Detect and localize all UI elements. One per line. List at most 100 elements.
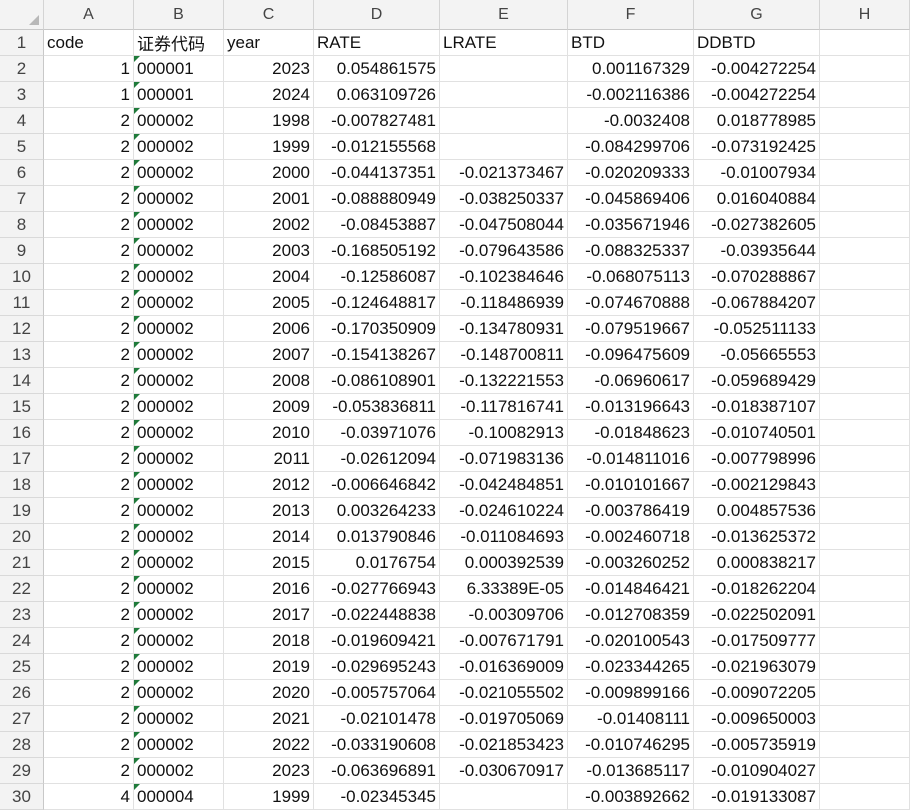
cell-d[interactable]: -0.012155568 xyxy=(314,134,440,160)
cell-e[interactable]: -0.021853423 xyxy=(440,732,568,758)
column-header-a[interactable]: A xyxy=(44,0,134,30)
cell-f[interactable]: -0.003786419 xyxy=(568,498,694,524)
spreadsheet-grid[interactable]: A B C D E F G H 1 code 证券代码 year RATE LRATE BT… xyxy=(0,0,910,810)
header-cell-a[interactable]: code xyxy=(44,30,134,56)
cell-e[interactable]: -0.021055502 xyxy=(440,680,568,706)
cell-e[interactable]: -0.024610224 xyxy=(440,498,568,524)
cell-g[interactable]: 0.018778985 xyxy=(694,108,820,134)
cell-b[interactable]: 000002 xyxy=(134,368,224,394)
cell-g[interactable]: 0.000838217 xyxy=(694,550,820,576)
column-header-h[interactable]: H xyxy=(820,0,910,30)
cell-f[interactable]: -0.088325337 xyxy=(568,238,694,264)
cell-a[interactable]: 2 xyxy=(44,368,134,394)
row-header[interactable]: 12 xyxy=(0,316,44,342)
cell-f[interactable]: -0.013685117 xyxy=(568,758,694,784)
cell-d[interactable]: -0.019609421 xyxy=(314,628,440,654)
cell-g[interactable]: -0.010740501 xyxy=(694,420,820,446)
cell-d[interactable]: 0.063109726 xyxy=(314,82,440,108)
row-header[interactable]: 6 xyxy=(0,160,44,186)
cell-g[interactable]: 0.004857536 xyxy=(694,498,820,524)
row-header[interactable]: 21 xyxy=(0,550,44,576)
cell-a[interactable]: 2 xyxy=(44,446,134,472)
cell-f[interactable]: -0.020100543 xyxy=(568,628,694,654)
cell-d[interactable]: 0.013790846 xyxy=(314,524,440,550)
cell-h[interactable] xyxy=(820,680,910,706)
cell-d[interactable]: -0.006646842 xyxy=(314,472,440,498)
cell-g[interactable]: -0.059689429 xyxy=(694,368,820,394)
cell-h[interactable] xyxy=(820,550,910,576)
row-header[interactable]: 7 xyxy=(0,186,44,212)
row-header[interactable]: 26 xyxy=(0,680,44,706)
row-header[interactable]: 10 xyxy=(0,264,44,290)
cell-b[interactable]: 000002 xyxy=(134,654,224,680)
cell-e[interactable]: -0.007671791 xyxy=(440,628,568,654)
cell-a[interactable]: 2 xyxy=(44,524,134,550)
cell-c[interactable]: 2020 xyxy=(224,680,314,706)
cell-h[interactable] xyxy=(820,290,910,316)
cell-d[interactable]: -0.086108901 xyxy=(314,368,440,394)
row-header[interactable]: 3 xyxy=(0,82,44,108)
cell-c[interactable]: 2014 xyxy=(224,524,314,550)
row-header[interactable]: 29 xyxy=(0,758,44,784)
cell-h[interactable] xyxy=(820,576,910,602)
cell-e[interactable]: -0.118486939 xyxy=(440,290,568,316)
cell-f[interactable]: -0.084299706 xyxy=(568,134,694,160)
cell-h[interactable] xyxy=(820,108,910,134)
cell-h[interactable] xyxy=(820,654,910,680)
cell-a[interactable]: 2 xyxy=(44,498,134,524)
cell-c[interactable]: 2010 xyxy=(224,420,314,446)
cell-d[interactable]: -0.033190608 xyxy=(314,732,440,758)
cell-e[interactable]: -0.038250337 xyxy=(440,186,568,212)
cell-e[interactable] xyxy=(440,134,568,160)
row-header[interactable]: 8 xyxy=(0,212,44,238)
cell-c[interactable]: 2023 xyxy=(224,56,314,82)
cell-d[interactable]: -0.007827481 xyxy=(314,108,440,134)
cell-e[interactable]: -0.00309706 xyxy=(440,602,568,628)
cell-c[interactable]: 2017 xyxy=(224,602,314,628)
cell-c[interactable]: 2021 xyxy=(224,706,314,732)
cell-g[interactable]: -0.018262204 xyxy=(694,576,820,602)
cell-c[interactable]: 2008 xyxy=(224,368,314,394)
cell-e[interactable]: -0.019705069 xyxy=(440,706,568,732)
cell-e[interactable]: -0.042484851 xyxy=(440,472,568,498)
row-header[interactable]: 22 xyxy=(0,576,44,602)
cell-g[interactable]: -0.01007934 xyxy=(694,160,820,186)
cell-e[interactable]: -0.148700811 xyxy=(440,342,568,368)
row-header[interactable]: 28 xyxy=(0,732,44,758)
cell-a[interactable]: 2 xyxy=(44,654,134,680)
cell-h[interactable] xyxy=(820,160,910,186)
cell-h[interactable] xyxy=(820,264,910,290)
cell-f[interactable]: -0.020209333 xyxy=(568,160,694,186)
cell-e[interactable]: 6.33389E-05 xyxy=(440,576,568,602)
cell-e[interactable]: -0.071983136 xyxy=(440,446,568,472)
cell-a[interactable]: 2 xyxy=(44,550,134,576)
cell-a[interactable]: 2 xyxy=(44,576,134,602)
cell-a[interactable]: 2 xyxy=(44,758,134,784)
cell-c[interactable]: 2015 xyxy=(224,550,314,576)
cell-c[interactable]: 2023 xyxy=(224,758,314,784)
cell-b[interactable]: 000002 xyxy=(134,160,224,186)
cell-h[interactable] xyxy=(820,472,910,498)
cell-h[interactable] xyxy=(820,446,910,472)
cell-g[interactable]: -0.010904027 xyxy=(694,758,820,784)
cell-d[interactable]: 0.054861575 xyxy=(314,56,440,82)
cell-b[interactable]: 000002 xyxy=(134,394,224,420)
row-header[interactable]: 5 xyxy=(0,134,44,160)
cell-g[interactable]: -0.022502091 xyxy=(694,602,820,628)
cell-c[interactable]: 1998 xyxy=(224,108,314,134)
cell-a[interactable]: 2 xyxy=(44,290,134,316)
cell-d[interactable]: -0.02345345 xyxy=(314,784,440,810)
header-cell-e[interactable]: LRATE xyxy=(440,30,568,56)
cell-e[interactable]: -0.10082913 xyxy=(440,420,568,446)
cell-f[interactable]: 0.001167329 xyxy=(568,56,694,82)
header-cell-b[interactable]: 证券代码 xyxy=(134,30,224,56)
cell-e[interactable]: -0.134780931 xyxy=(440,316,568,342)
cell-g[interactable]: -0.073192425 xyxy=(694,134,820,160)
cell-e[interactable]: -0.021373467 xyxy=(440,160,568,186)
cell-h[interactable] xyxy=(820,394,910,420)
cell-b[interactable]: 000002 xyxy=(134,186,224,212)
cell-c[interactable]: 2018 xyxy=(224,628,314,654)
cell-e[interactable] xyxy=(440,56,568,82)
cell-b[interactable]: 000002 xyxy=(134,264,224,290)
cell-d[interactable]: -0.027766943 xyxy=(314,576,440,602)
